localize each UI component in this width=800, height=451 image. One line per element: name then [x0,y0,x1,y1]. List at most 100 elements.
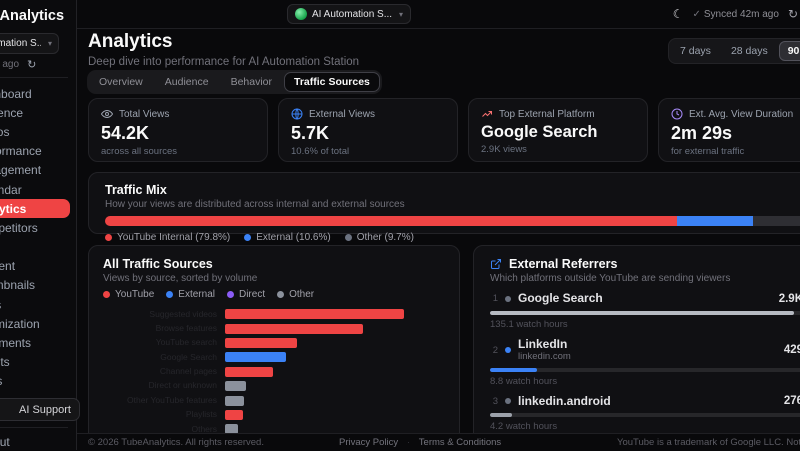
card-title: Traffic Mix [105,183,167,197]
privacy-policy-link[interactable]: Privacy Policy [339,437,398,448]
app-logo: TubeAnalytics [0,8,65,24]
top-bar: AI Automation S... ▾ ☾ ✓ Synced 42m ago ↻ [77,0,800,29]
sidebar-item-calendar[interactable]: Calendar [0,180,76,199]
legend-dot [277,291,285,298]
sidebar-item-performance[interactable]: Performance [0,142,76,161]
dark-mode-toggle-icon[interactable]: ☾ [673,7,684,21]
channel-name: AI Automation S... [312,8,393,20]
stat-card-external-views: External Views 5.7K 10.6% of total [278,98,458,162]
sidebar-item-competitors[interactable]: Competitors [0,218,76,237]
sidebar-item-thumbnails[interactable]: Thumbnails [0,276,76,295]
external-referrers-card: External Referrers Which platforms outsi… [473,245,800,445]
range-button-90-days[interactable]: 90 days [778,41,800,61]
channel-selector[interactable]: AI Automation S... ▾ [287,4,412,24]
referrer-bar-fill [490,367,537,372]
range-button-28-days[interactable]: 28 days [722,41,777,61]
sources-legend: YouTube External Direct Other [103,289,445,300]
bar-label: Playlists [185,410,217,420]
referrer-dot [505,295,511,302]
sidebar-item-scripts[interactable]: Scripts [0,353,76,372]
bar-row: Playlists [103,408,445,422]
channel-name: AI Automation S... [0,38,41,49]
stat-sub: for external traffic [671,146,745,157]
referrer-watch-hours: 8.8 watch hours [490,375,558,387]
tab-traffic-sources[interactable]: Traffic Sources [284,72,380,92]
referrer-rank: 2 [492,344,498,356]
sync-status: ✓ Synced 42m ago [692,8,779,20]
referrer-rank: 1 [492,293,498,305]
sidebar-nav: DashboardAudienceVideosPerformanceEngage… [0,84,76,391]
traffic-sources-card: All Traffic Sources Views by source, sor… [88,245,460,445]
mix-segment-external [677,216,754,226]
logout-button[interactable]: Logout [0,433,10,450]
page-subtitle: Deep dive into performance for AI Automa… [88,56,360,68]
sidebar-item-dashboard[interactable]: Dashboard [0,84,76,103]
sync-text: Synced 42m ago [0,59,20,70]
bar-label: Channel pages [159,367,217,377]
sidebar-item-engagement[interactable]: Engagement [0,161,76,180]
sidebar-item-seo[interactable]: SEO [0,238,76,257]
bar-row: Browse features [103,321,445,335]
bar-label: Direct or unknown [148,381,217,391]
ai-support-button[interactable]: AI Support [0,398,80,421]
legend-label: YouTube Internal (79.8%) [117,232,231,243]
referrer-value: 2.9K [778,292,800,305]
globe-icon [291,108,303,120]
sidebar: TubeAnalytics AI Automation S... ▾ Synce… [0,0,80,450]
stat-label: Ext. Avg. View Duration [689,108,794,120]
legend-label: Other (9.7%) [356,232,414,243]
sidebar-item-ideas[interactable]: Ideas [0,372,76,391]
referrer-head: 1 Google Search 2.9K [490,291,800,306]
referrer-watch-hours: 135.1 watch hours [490,318,568,330]
stat-cards: Total Views 54.2K across all sources Ext… [88,98,800,162]
tab-overview[interactable]: Overview [89,72,153,92]
referrer-name-wrap: Google Search [518,291,603,306]
stat-sub: 2.9K views [481,144,527,155]
legend-label: Other [289,289,315,300]
sidebar-item-audience[interactable]: Audience [0,103,76,122]
stat-value: 54.2K [101,123,150,143]
referrer-name-wrap: linkedin.android [518,394,611,409]
tab-audience[interactable]: Audience [155,72,219,92]
chevron-down-icon: ▾ [399,9,404,19]
range-button-7-days[interactable]: 7 days [671,41,720,61]
bar-label: Suggested videos [149,309,217,319]
sidebar-item-content[interactable]: Content [0,257,76,276]
referrer-value: 276 [783,395,800,408]
sidebar-divider [0,77,68,78]
bar [225,337,297,348]
sidebar-channel-selector[interactable]: AI Automation S... ▾ [0,33,59,54]
refresh-icon[interactable]: ↻ [27,58,36,71]
clock-icon [671,108,683,120]
bar-row: Suggested videos [103,307,445,321]
bar-label: Other YouTube features [127,395,217,405]
sidebar-item-comments[interactable]: Comments [0,333,76,352]
legend-dot [105,234,112,241]
legend-dot [344,234,352,241]
legend-item: YouTube Internal (79.8%) [105,232,230,243]
sidebar-item-titles[interactable]: Titles [0,295,76,314]
channel-avatar [295,8,307,20]
bar [225,381,246,392]
terms-link[interactable]: Terms & Conditions [419,437,501,448]
stat-value: 5.7K [291,123,330,143]
legend-label: Direct [238,289,266,300]
sidebar-sync-status: Synced 42m ago ↻ [0,58,36,71]
legend-label: YouTube [115,289,155,300]
referrer-name-wrap: LinkedIn linkedin.com [518,337,571,363]
tab-behavior[interactable]: Behavior [221,72,282,92]
sidebar-item-videos[interactable]: Videos [0,122,76,141]
traffic-mix-legend: YouTube Internal (79.8%) External (10.6%)… [105,232,800,243]
referrer-bar-track [490,310,800,315]
refresh-icon[interactable]: ↻ [788,7,798,21]
legend-item: Other (9.7%) [344,232,414,243]
referrer-list: 1 Google Search 2.9K 135.1 watch hours 2 Link… [490,291,800,444]
sidebar-item-optimization[interactable]: Optimization [0,314,76,333]
sidebar-item-analytics[interactable]: Analytics [0,199,70,219]
referrer-value: 429 [783,344,800,357]
bar [225,352,286,363]
check-icon: ✓ [692,8,701,20]
card-subtitle: Views by source, sorted by volume [103,273,258,284]
stat-label: External Views [309,108,375,120]
legend-dot [226,291,234,298]
